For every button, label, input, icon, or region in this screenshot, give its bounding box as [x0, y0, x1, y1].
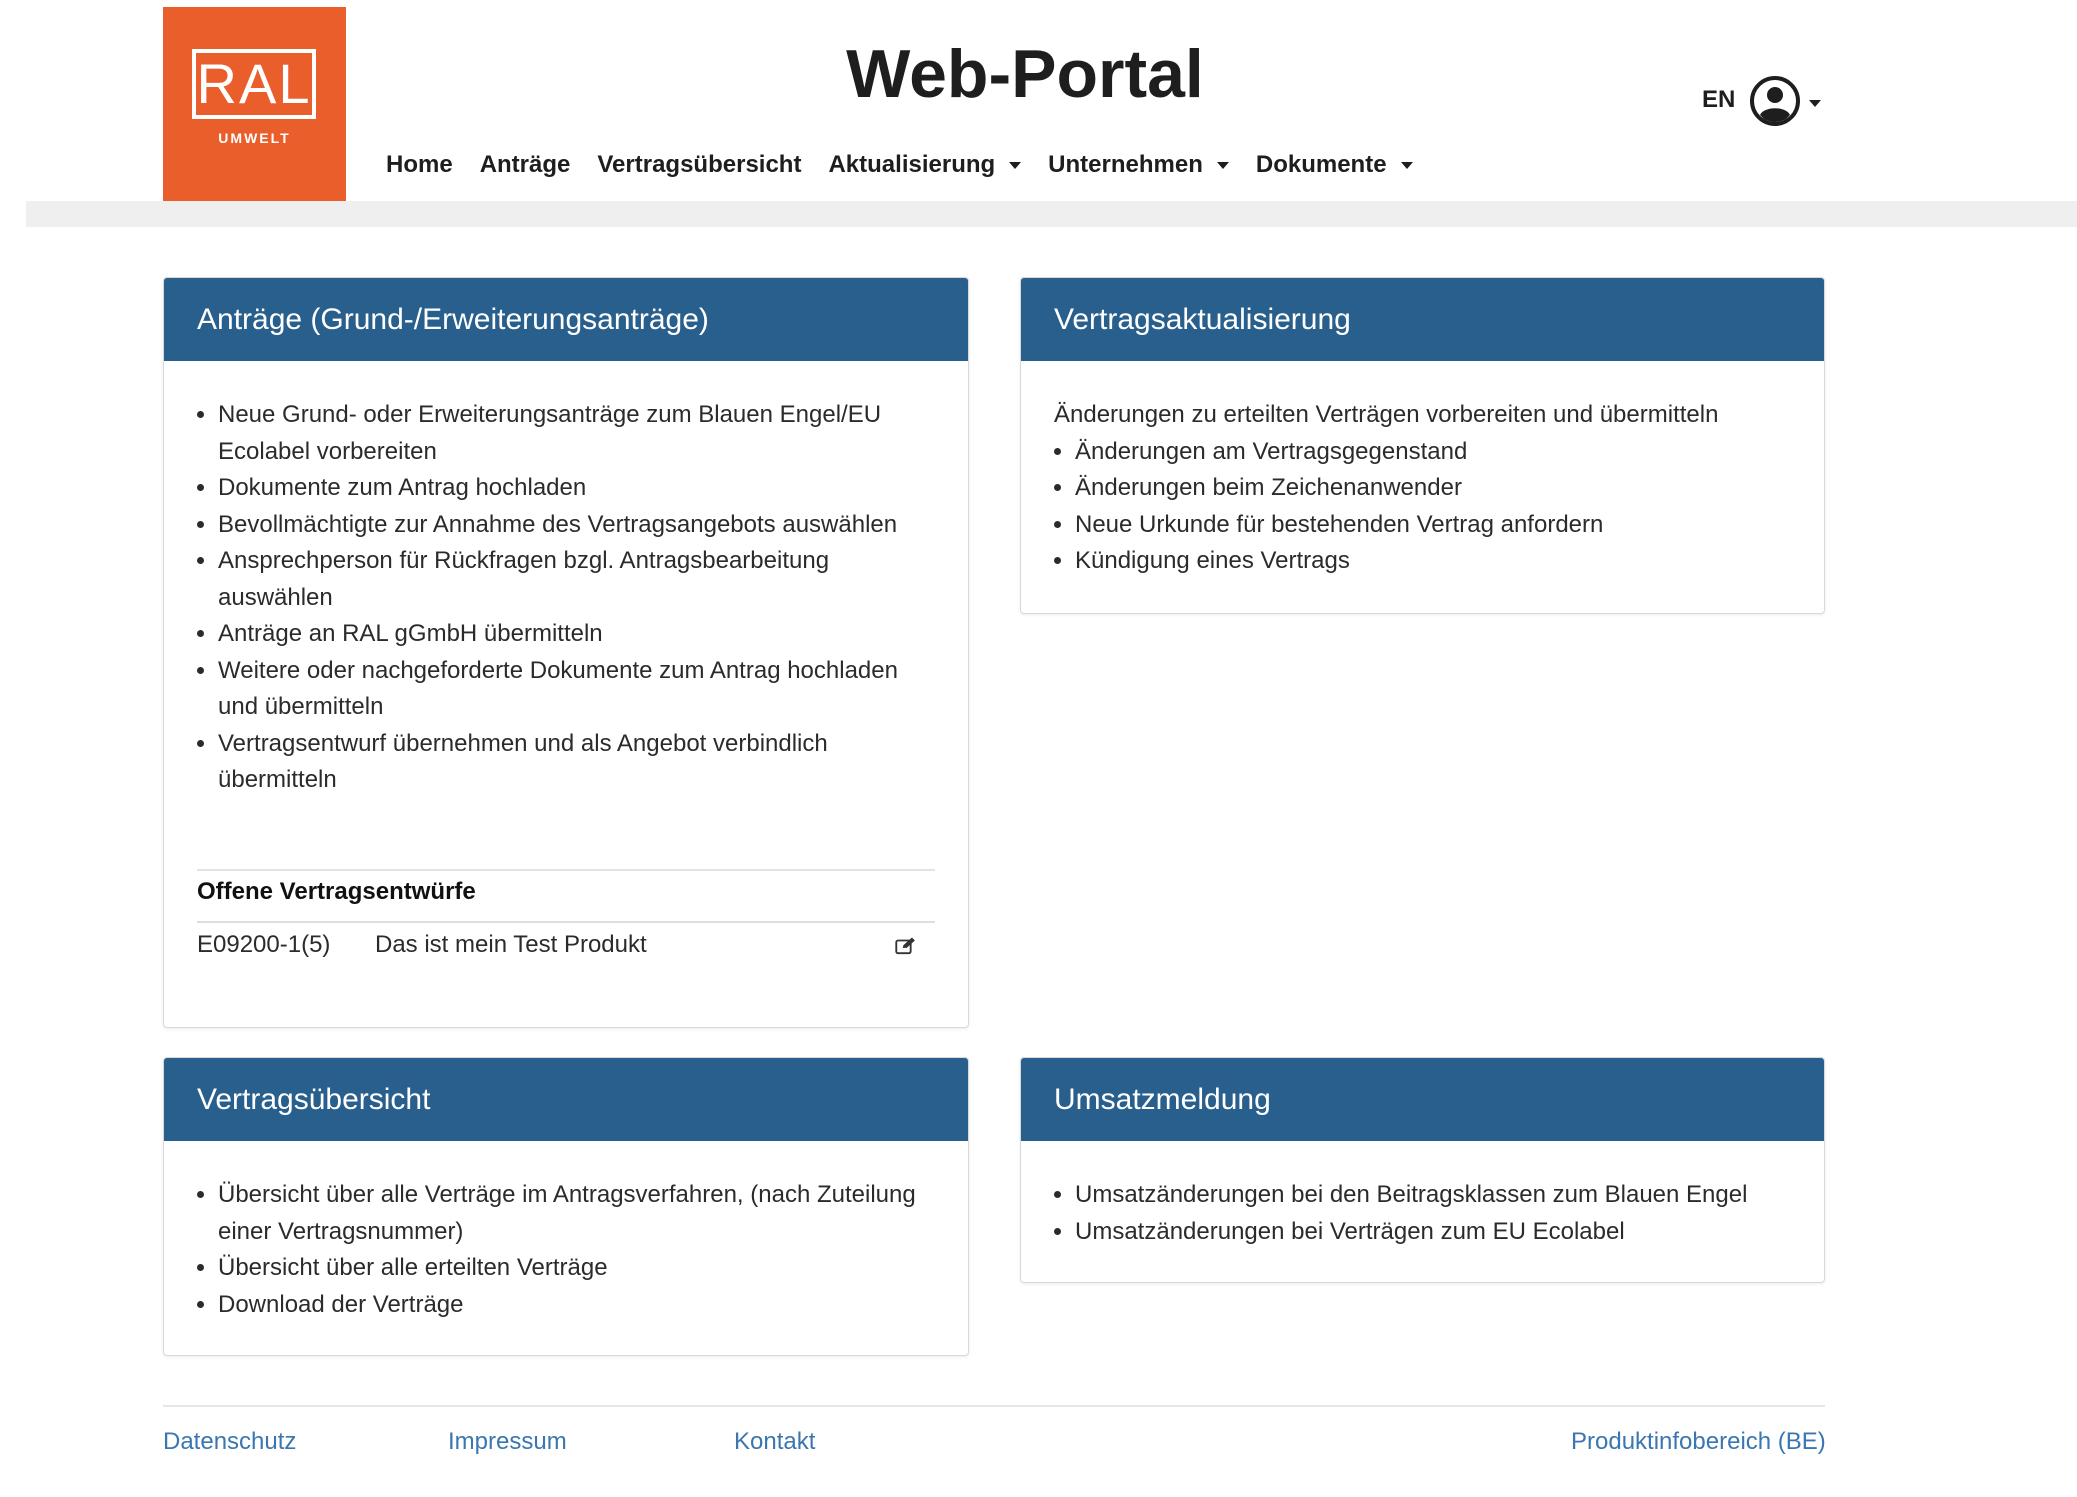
draft-name: Das ist mein Test Produkt — [375, 931, 647, 959]
list-item: Änderungen beim Zeichenanwender — [1075, 470, 1791, 507]
nav-antraege-label: Anträge — [479, 151, 571, 178]
user-menu-button[interactable] — [1749, 75, 1821, 132]
list-item: Vertragsentwurf übernehmen und als Angeb… — [218, 726, 935, 799]
footer-link-impressum[interactable]: Impressum — [448, 1428, 567, 1456]
card-antraege: Anträge (Grund-/Erweiterungsanträge) Neu… — [163, 277, 969, 1028]
footer-link-datenschutz[interactable]: Datenschutz — [163, 1428, 296, 1456]
card-umsatzmeldung: Umsatzmeldung Umsatzänderungen bei den B… — [1020, 1057, 1825, 1283]
nav-aktualisierung-dropdown[interactable]: Aktualisierung — [828, 151, 1022, 179]
list-item: Neue Urkunde für bestehenden Vertrag anf… — [1075, 507, 1791, 544]
card-antraege-list: Neue Grund- oder Erweiterungsanträge zum… — [197, 397, 935, 799]
nav-antraege[interactable]: Anträge — [480, 151, 571, 179]
nav-unternehmen-label: Unternehmen — [1048, 151, 1203, 178]
list-item: Umsatzänderungen bei den Beitragsklassen… — [1075, 1177, 1791, 1214]
footer-link-produktinfobereich[interactable]: Produktinfobereich (BE) — [1571, 1428, 1826, 1456]
list-item: Kündigung eines Vertrags — [1075, 543, 1791, 580]
card-umsatz-title[interactable]: Umsatzmeldung — [1021, 1058, 1824, 1141]
nav-aktualisierung-label: Aktualisierung — [828, 151, 996, 178]
open-drafts-table: Offene Vertragsentwürfe E09200-1(5) Das … — [197, 868, 935, 969]
draft-id: E09200-1(5) — [197, 931, 331, 959]
footer-link-kontakt[interactable]: Kontakt — [734, 1428, 815, 1456]
list-item: Übersicht über alle erteilten Verträge — [218, 1250, 935, 1287]
list-item: Dokumente zum Antrag hochladen — [218, 470, 935, 507]
caret-down-icon — [1216, 161, 1229, 169]
card-uebersicht-title[interactable]: Vertragsübersicht — [164, 1058, 968, 1141]
caret-down-icon — [1009, 161, 1022, 169]
footer-divider — [163, 1405, 1825, 1407]
list-item: Anträge an RAL gGmbH übermitteln — [218, 616, 935, 653]
card-aktualisierung-intro: Änderungen zu erteilten Verträgen vorber… — [1054, 401, 1719, 428]
list-item: Änderungen am Vertragsgegenstand — [1075, 434, 1791, 471]
list-item: Download der Verträge — [218, 1287, 935, 1324]
open-drafts-heading: Offene Vertragsentwürfe — [197, 871, 935, 923]
card-vertragsuebersicht: Vertragsübersicht Übersicht über alle Ve… — [163, 1057, 969, 1356]
ral-umwelt-logo[interactable]: RAL UMWELT — [163, 7, 346, 201]
list-item: Neue Grund- oder Erweiterungsanträge zum… — [218, 397, 935, 470]
nav-home-label: Home — [386, 151, 453, 178]
table-row: E09200-1(5) Das ist mein Test Produkt — [197, 923, 935, 969]
caret-down-icon — [1400, 161, 1413, 169]
card-vertragsaktualisierung: Vertragsaktualisierung Änderungen zu ert… — [1020, 277, 1825, 614]
logo-subtext: UMWELT — [218, 130, 291, 146]
nav-vertragsuebersicht-label: Vertragsübersicht — [597, 151, 802, 178]
nav-dokumente-label: Dokumente — [1255, 151, 1387, 178]
list-item: Bevollmächtigte zur Annahme des Vertrags… — [218, 507, 935, 544]
list-item: Umsatzänderungen bei Verträgen zum EU Ec… — [1075, 1214, 1791, 1251]
nav-unternehmen-dropdown[interactable]: Unternehmen — [1048, 151, 1229, 179]
card-umsatz-list: Umsatzänderungen bei den Beitragsklassen… — [1054, 1177, 1791, 1250]
card-uebersicht-list: Übersicht über alle Verträge im Antragsv… — [197, 1177, 935, 1323]
main-nav: Home Anträge Vertragsübersicht Aktualisi… — [386, 145, 1440, 185]
language-switch[interactable]: EN — [1702, 86, 1735, 114]
page-title: Web-Portal — [846, 36, 1204, 112]
nav-vertragsuebersicht[interactable]: Vertragsübersicht — [597, 151, 801, 179]
header-divider-bar — [26, 201, 2077, 227]
caret-down-icon — [1809, 100, 1821, 107]
card-aktualisierung-title[interactable]: Vertragsaktualisierung — [1021, 278, 1824, 361]
list-item: Übersicht über alle Verträge im Antragsv… — [218, 1177, 935, 1250]
list-item: Weitere oder nachgeforderte Dokumente zu… — [218, 653, 935, 726]
card-aktualisierung-list: Änderungen am Vertragsgegenstand Änderun… — [1054, 434, 1791, 580]
nav-dokumente-dropdown[interactable]: Dokumente — [1256, 151, 1413, 179]
nav-home[interactable]: Home — [386, 151, 453, 179]
card-antraege-title[interactable]: Anträge (Grund-/Erweiterungsanträge) — [164, 278, 968, 361]
list-item: Ansprechperson für Rückfragen bzgl. Antr… — [218, 543, 935, 616]
user-circle-icon — [1749, 75, 1801, 132]
logo-text: RAL — [192, 49, 316, 119]
edit-icon[interactable] — [895, 935, 935, 957]
